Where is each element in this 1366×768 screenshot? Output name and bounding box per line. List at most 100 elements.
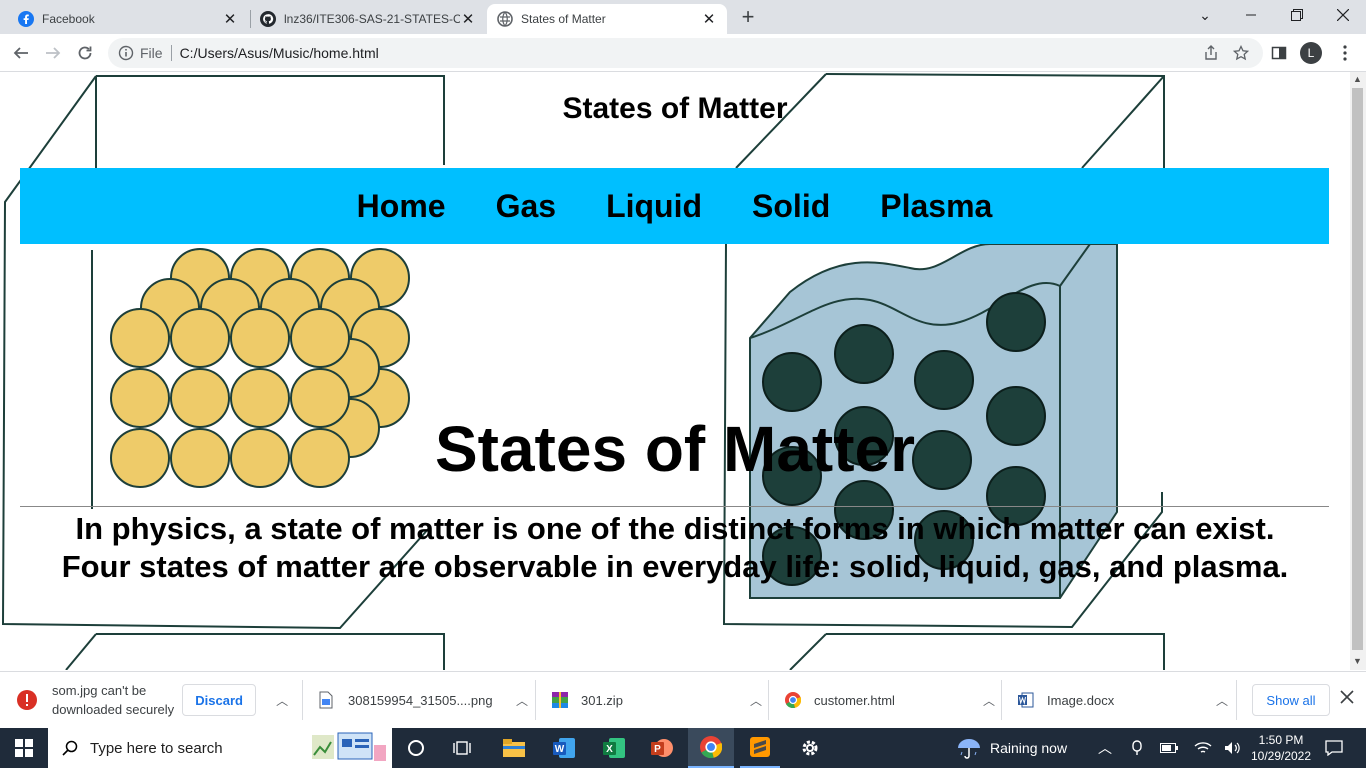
svg-text:P: P — [654, 744, 661, 755]
task-view-icon[interactable] — [442, 728, 482, 768]
chrome-taskbar-icon[interactable] — [688, 728, 734, 768]
close-download-bar-icon[interactable] — [1340, 690, 1354, 709]
download-bar: som.jpg can't be downloaded securely Dis… — [0, 671, 1366, 728]
web-page: States of Matter Home Gas Liquid Solid P… — [0, 72, 1350, 670]
reload-icon[interactable] — [72, 40, 98, 66]
download-item-zip[interactable]: 301.zip ︿ — [552, 672, 762, 728]
nav-plasma[interactable]: Plasma — [880, 188, 992, 225]
chevron-up-icon[interactable]: ︿ — [750, 692, 762, 709]
download-separator — [535, 680, 536, 720]
notifications-icon[interactable] — [1316, 728, 1352, 768]
forward-arrow-icon[interactable] — [40, 40, 66, 66]
back-arrow-icon[interactable] — [8, 40, 34, 66]
cortana-icon[interactable] — [396, 728, 436, 768]
scroll-up-icon[interactable]: ▲ — [1353, 74, 1362, 84]
volume-icon[interactable] — [1220, 728, 1246, 768]
close-window-button[interactable] — [1320, 0, 1366, 30]
download-warning-line2: downloaded securely — [52, 702, 175, 717]
address-prefix: File — [140, 45, 163, 61]
word-file-icon — [1018, 692, 1034, 708]
bookmark-star-icon[interactable] — [1233, 45, 1249, 61]
wifi-icon[interactable] — [1190, 728, 1216, 768]
side-panel-icon[interactable] — [1266, 40, 1292, 66]
battery-icon[interactable] — [1156, 728, 1182, 768]
tab-title: States of Matter — [521, 12, 606, 26]
tray-chevron-icon[interactable]: ︿ — [1094, 728, 1116, 768]
settings-gear-icon[interactable] — [790, 728, 830, 768]
close-tab-icon[interactable]: ✕ — [701, 10, 717, 28]
nav-solid[interactable]: Solid — [752, 188, 830, 225]
github-icon — [260, 11, 276, 27]
intro-paragraph: In physics, a state of matter is one of … — [0, 510, 1350, 586]
powerpoint-app-icon[interactable]: P — [642, 728, 682, 768]
nav-gas[interactable]: Gas — [496, 188, 556, 225]
svg-text:W: W — [555, 744, 565, 755]
globe-icon — [497, 11, 513, 27]
address-url: C:/Users/Asus/Music/home.html — [179, 45, 379, 61]
chevron-up-icon[interactable]: ︿ — [983, 692, 995, 709]
close-tab-icon[interactable]: ✕ — [222, 10, 238, 28]
restore-button[interactable] — [1274, 0, 1320, 30]
file-explorer-icon[interactable] — [494, 728, 534, 768]
tab-search-icon[interactable]: ⌄ — [1182, 0, 1228, 30]
clock-time: 1:50 PM — [1258, 733, 1304, 747]
windows-start-icon[interactable] — [0, 728, 48, 768]
search-placeholder: Type here to search — [90, 739, 223, 757]
chevron-up-icon[interactable]: ︿ — [516, 692, 528, 709]
minimize-button[interactable] — [1228, 0, 1274, 30]
tab-title: lnz36/ITE306-SAS-21-STATES-OF — [284, 12, 460, 26]
meet-now-icon[interactable] — [1126, 728, 1148, 768]
scrollbar-thumb[interactable] — [1352, 88, 1363, 650]
browser-toolbar: File C:/Users/Asus/Music/home.html L — [0, 34, 1366, 72]
download-separator — [302, 680, 303, 720]
download-separator — [1236, 680, 1237, 720]
windows-taskbar: Type here to search W X P Raining now ︿ — [0, 728, 1366, 768]
menu-kebab-icon[interactable] — [1332, 40, 1358, 66]
excel-app-icon[interactable]: X — [594, 728, 634, 768]
address-divider — [170, 45, 172, 61]
discard-button[interactable]: Discard — [182, 684, 257, 716]
svg-text:X: X — [606, 744, 613, 755]
download-item-png[interactable]: 308159954_31505....png ︿ — [318, 672, 528, 728]
error-icon — [16, 689, 38, 711]
download-item-docx[interactable]: Image.docx ︿ — [1018, 672, 1228, 728]
clock-date: 10/29/2022 — [1250, 749, 1312, 763]
weather-widget[interactable]: Raining now — [956, 728, 1076, 768]
chevron-up-icon[interactable]: ︿ — [1216, 692, 1228, 709]
tab-states-of-matter[interactable]: States of Matter ✕ — [487, 4, 727, 34]
page-header-title: States of Matter — [562, 92, 788, 125]
nav-home[interactable]: Home — [357, 188, 446, 225]
intro-line-1: In physics, a state of matter is one of … — [75, 511, 1275, 546]
browser-tab-bar: Facebook ✕ lnz36/ITE306-SAS-21-STATES-OF… — [0, 0, 1366, 34]
profile-initial: L — [1300, 42, 1322, 64]
image-file-icon — [318, 691, 334, 709]
new-tab-button[interactable]: + — [738, 4, 758, 30]
chevron-up-icon[interactable]: ︿ — [276, 692, 288, 709]
main-heading: States of Matter — [434, 413, 916, 485]
share-icon[interactable] — [1203, 45, 1219, 61]
address-bar[interactable]: File C:/Users/Asus/Music/home.html — [108, 38, 1263, 68]
word-app-icon[interactable]: W — [544, 728, 584, 768]
search-icon — [62, 740, 78, 756]
main-nav: Home Gas Liquid Solid Plasma — [20, 168, 1329, 244]
clock[interactable]: 1:50 PM 10/29/2022 — [1250, 728, 1312, 768]
download-filename: 301.zip — [581, 692, 623, 708]
close-tab-icon[interactable]: ✕ — [460, 10, 476, 28]
search-highlight-illustration — [312, 731, 388, 765]
download-warning-line1: som.jpg can't be — [52, 683, 147, 698]
intro-line-2: Four states of matter are observable in … — [61, 549, 1289, 584]
facebook-icon — [18, 11, 34, 27]
tab-facebook[interactable]: Facebook ✕ — [8, 4, 248, 34]
sublime-text-icon[interactable] — [740, 728, 780, 768]
show-all-button[interactable]: Show all — [1252, 684, 1330, 716]
download-item-html[interactable]: customer.html ︿ — [785, 672, 995, 728]
profile-avatar[interactable]: L — [1298, 40, 1324, 66]
taskbar-search-box[interactable]: Type here to search — [48, 728, 392, 768]
download-filename: 308159954_31505....png — [348, 692, 493, 708]
tab-github[interactable]: lnz36/ITE306-SAS-21-STATES-OF ✕ — [250, 4, 486, 34]
scroll-down-icon[interactable]: ▼ — [1353, 656, 1362, 666]
download-separator — [1001, 680, 1002, 720]
archive-file-icon — [552, 692, 568, 708]
nav-liquid[interactable]: Liquid — [606, 188, 702, 225]
info-icon[interactable] — [118, 45, 134, 61]
